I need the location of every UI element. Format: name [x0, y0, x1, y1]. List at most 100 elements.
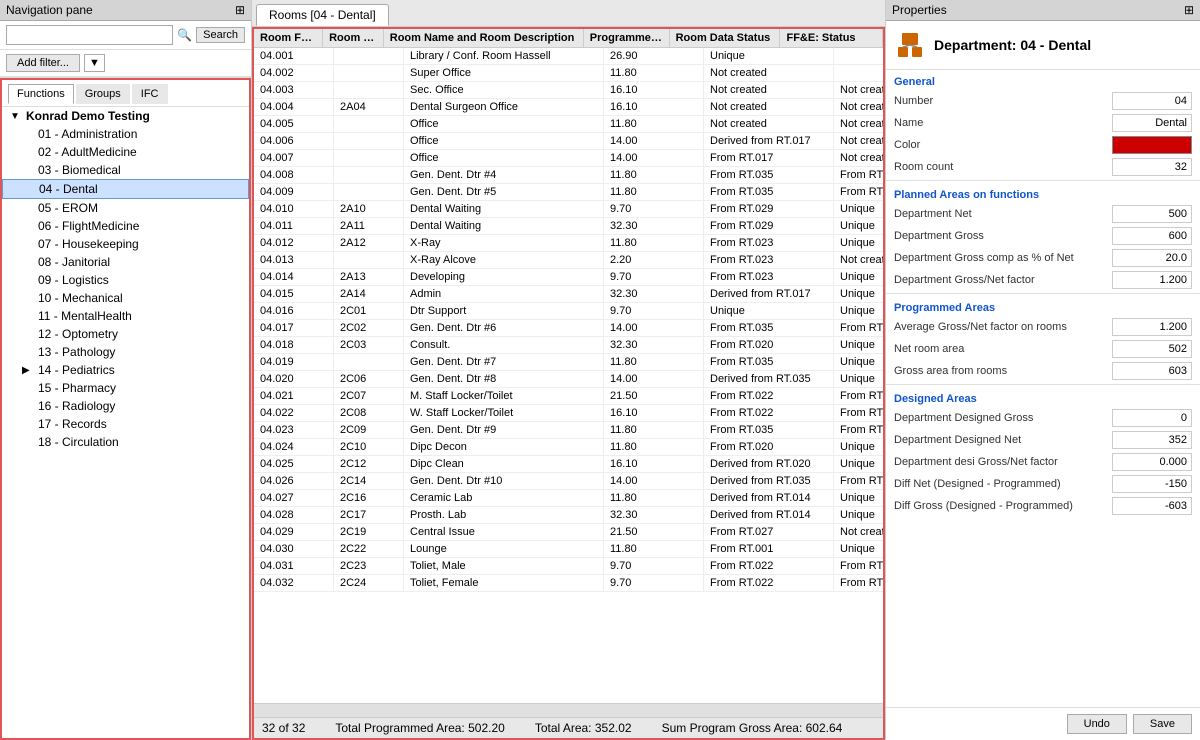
- nav-tree-item-flight[interactable]: 06 - FlightMedicine: [2, 217, 249, 235]
- nav-tree-item-radio[interactable]: 16 - Radiology: [2, 397, 249, 415]
- grid-cell-num: 2C07: [334, 388, 404, 404]
- table-row[interactable]: 04.002Super Office11.80Not created: [254, 65, 883, 82]
- table-row[interactable]: 04.0172C02Gen. Dent. Dtr #614.00From RT.…: [254, 320, 883, 337]
- table-row[interactable]: 04.0282C17Prosth. Lab32.30Derived from R…: [254, 507, 883, 524]
- prop-value-dept-gross-pct[interactable]: [1112, 249, 1192, 267]
- table-row[interactable]: 04.0122A12X-Ray11.80From RT.023Unique: [254, 235, 883, 252]
- table-row[interactable]: 04.006Office14.00Derived from RT.017Not …: [254, 133, 883, 150]
- table-row[interactable]: 04.0322C24Toliet, Female9.70From RT.022F…: [254, 575, 883, 592]
- prop-value-designed-gross[interactable]: [1112, 409, 1192, 427]
- prop-value-room-count[interactable]: [1112, 158, 1192, 176]
- nav-tree-item-circ[interactable]: 18 - Circulation: [2, 433, 249, 451]
- table-row[interactable]: 04.0182C03Consult.32.30From RT.020Unique: [254, 337, 883, 354]
- prop-color-picker[interactable]: [1112, 136, 1192, 154]
- nav-tree-item-bio[interactable]: 03 - Biomedical: [2, 161, 249, 179]
- prop-label-diff-net: Diff Net (Designed - Programmed): [894, 478, 1108, 490]
- table-row[interactable]: 04.005Office11.80Not createdNot created: [254, 116, 883, 133]
- table-row[interactable]: 04.0222C08W. Staff Locker/Toilet16.10Fro…: [254, 405, 883, 422]
- table-row[interactable]: 04.019Gen. Dent. Dtr #711.80From RT.035U…: [254, 354, 883, 371]
- grid-header-name[interactable]: Room Name and Room Description: [384, 29, 584, 47]
- tab-groups[interactable]: Groups: [76, 84, 130, 104]
- horizontal-scrollbar[interactable]: [254, 703, 883, 717]
- table-row[interactable]: 04.007Office14.00From RT.017Not created: [254, 150, 883, 167]
- table-row[interactable]: 04.009Gen. Dent. Dtr #511.80From RT.035F…: [254, 184, 883, 201]
- nav-tree-item-mental[interactable]: 11 - MentalHealth: [2, 307, 249, 325]
- undo-button[interactable]: Undo: [1067, 714, 1127, 734]
- prop-value-dept-net[interactable]: [1112, 205, 1192, 223]
- grid-header-status[interactable]: Room Data Status: [670, 29, 781, 47]
- nav-tree-item-admin[interactable]: 01 - Administration: [2, 125, 249, 143]
- prop-value-number[interactable]: [1112, 92, 1192, 110]
- filter-dropdown-icon[interactable]: ▼: [84, 54, 105, 72]
- grid-cell-name: Dental Surgeon Office: [404, 99, 604, 115]
- prop-value-dept-gross[interactable]: [1112, 227, 1192, 245]
- nav-tree-item-house[interactable]: 07 - Housekeeping: [2, 235, 249, 253]
- grid-cell-area: 32.30: [604, 218, 704, 234]
- table-row[interactable]: 04.0262C14Gen. Dent. Dtr #1014.00Derived…: [254, 473, 883, 490]
- grid-cell-area: 9.70: [604, 575, 704, 591]
- prop-value-name[interactable]: [1112, 114, 1192, 132]
- nav-tree-item-rec[interactable]: 17 - Records: [2, 415, 249, 433]
- tab-rooms-dental[interactable]: Rooms [04 - Dental]: [256, 4, 389, 26]
- nav-search-input[interactable]: [6, 25, 173, 45]
- prop-pin-icon[interactable]: ⊞: [1184, 3, 1194, 17]
- nav-pin-icon[interactable]: ⊞: [235, 3, 245, 17]
- table-row[interactable]: 04.008Gen. Dent. Dtr #411.80From RT.035F…: [254, 167, 883, 184]
- table-row[interactable]: 04.0152A14Admin32.30Derived from RT.017U…: [254, 286, 883, 303]
- table-row[interactable]: 04.0272C16Ceramic Lab11.80Derived from R…: [254, 490, 883, 507]
- grid-header-func[interactable]: Room Funct...: [254, 29, 323, 47]
- nav-tree-item-log[interactable]: 09 - Logistics: [2, 271, 249, 289]
- nav-tree-root[interactable]: ▼ Konrad Demo Testing: [2, 107, 249, 125]
- prop-value-diff-gross[interactable]: [1112, 497, 1192, 515]
- table-row[interactable]: 04.0042A04Dental Surgeon Office16.10Not …: [254, 99, 883, 116]
- search-button[interactable]: Search: [196, 27, 245, 43]
- table-row[interactable]: 04.001Library / Conf. Room Hassell26.90U…: [254, 48, 883, 65]
- prop-label-gross-net-factor: Department Gross/Net factor: [894, 274, 1108, 286]
- nav-tree-item-jan[interactable]: 08 - Janitorial: [2, 253, 249, 271]
- table-row[interactable]: 04.0242C10Dipc Decon11.80From RT.020Uniq…: [254, 439, 883, 456]
- grid-cell-name: W. Staff Locker/Toilet: [404, 405, 604, 421]
- tab-functions[interactable]: Functions: [8, 84, 74, 104]
- nav-tree-item-adult[interactable]: 02 - AdultMedicine: [2, 143, 249, 161]
- prop-value-diff-net[interactable]: [1112, 475, 1192, 493]
- table-row[interactable]: 04.0292C19Central Issue21.50From RT.027N…: [254, 524, 883, 541]
- grid-body[interactable]: 04.001Library / Conf. Room Hassell26.90U…: [254, 48, 883, 703]
- nav-tree-item-erom[interactable]: 05 - EROM: [2, 199, 249, 217]
- table-row[interactable]: 04.0142A13Developing9.70From RT.023Uniqu…: [254, 269, 883, 286]
- table-row[interactable]: 04.0252C12Dipc Clean16.10Derived from RT…: [254, 456, 883, 473]
- nav-tree-item-peds[interactable]: ▶14 - Pediatrics: [2, 361, 249, 379]
- grid-header-area[interactable]: Programmed Area: [584, 29, 670, 47]
- nav-tree-item-dental[interactable]: 04 - Dental: [2, 179, 249, 199]
- nav-tree-item-opt[interactable]: 12 - Optometry: [2, 325, 249, 343]
- table-row[interactable]: 04.0112A11Dental Waiting32.30From RT.029…: [254, 218, 883, 235]
- grid-cell-area: 32.30: [604, 286, 704, 302]
- nav-tree-item-path[interactable]: 13 - Pathology: [2, 343, 249, 361]
- nav-tree-item-mech[interactable]: 10 - Mechanical: [2, 289, 249, 307]
- prop-value-avg-gn[interactable]: [1112, 318, 1192, 336]
- search-icon[interactable]: 🔍: [177, 28, 192, 42]
- table-row[interactable]: 04.0162C01Dtr Support9.70UniqueUnique: [254, 303, 883, 320]
- add-filter-button[interactable]: Add filter...: [6, 54, 80, 72]
- table-row[interactable]: 04.0212C07M. Staff Locker/Toilet21.50Fro…: [254, 388, 883, 405]
- table-row[interactable]: 04.0302C22Lounge11.80From RT.001Unique: [254, 541, 883, 558]
- grid-cell-num: [334, 82, 404, 98]
- tab-ifc[interactable]: IFC: [132, 84, 168, 104]
- table-row[interactable]: 04.0312C23Toliet, Male9.70From RT.022Fro…: [254, 558, 883, 575]
- grid-cell-num: [334, 150, 404, 166]
- table-row[interactable]: 04.013X-Ray Alcove2.20From RT.023Not cre…: [254, 252, 883, 269]
- prop-value-gross-rooms[interactable]: [1112, 362, 1192, 380]
- table-row[interactable]: 04.0202C06Gen. Dent. Dtr #814.00Derived …: [254, 371, 883, 388]
- grid-header-ffe[interactable]: FF&E: Status: [780, 29, 883, 47]
- table-row[interactable]: 04.0102A10Dental Waiting9.70From RT.029U…: [254, 201, 883, 218]
- prop-body: General Number Name Color Room count Pla…: [886, 70, 1200, 707]
- save-button[interactable]: Save: [1133, 714, 1192, 734]
- table-row[interactable]: 04.0232C09Gen. Dent. Dtr #911.80From RT.…: [254, 422, 883, 439]
- table-row[interactable]: 04.003Sec. Office16.10Not createdNot cre…: [254, 82, 883, 99]
- rooms-grid: Room Funct...Room N...Room Name and Room…: [252, 27, 885, 740]
- prop-value-gross-net-factor[interactable]: [1112, 271, 1192, 289]
- nav-tree-item-pharm[interactable]: 15 - Pharmacy: [2, 379, 249, 397]
- prop-value-designed-net[interactable]: [1112, 431, 1192, 449]
- prop-value-net-room[interactable]: [1112, 340, 1192, 358]
- grid-header-num[interactable]: Room N...: [323, 29, 384, 47]
- prop-value-desi-gn-factor[interactable]: [1112, 453, 1192, 471]
